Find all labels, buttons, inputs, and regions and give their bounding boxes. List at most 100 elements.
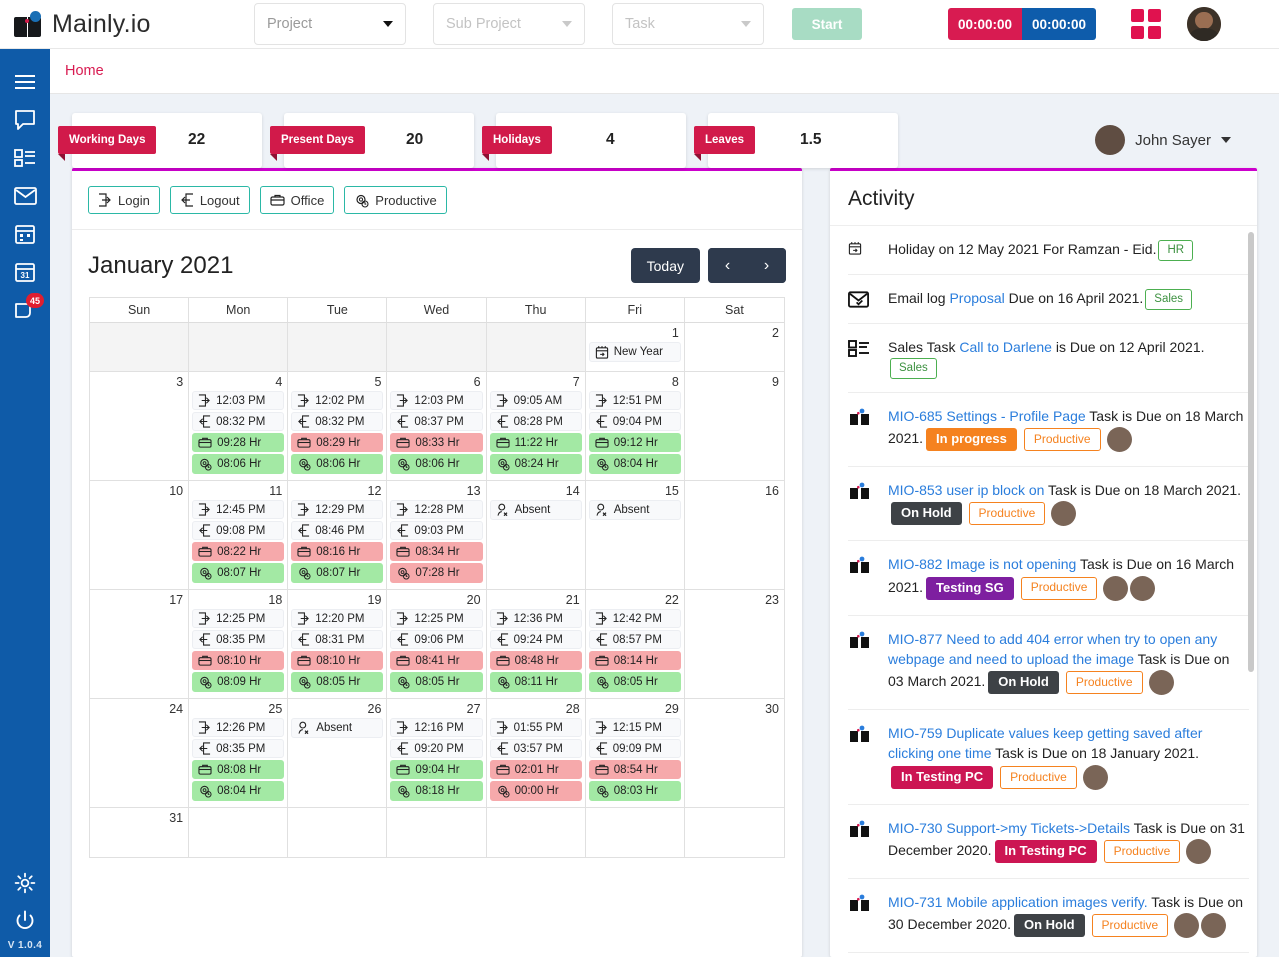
calendar-event[interactable]: 08:05 Hr (291, 672, 384, 692)
activity-item[interactable]: MIO-853 user ip block on Task is Due on … (848, 467, 1249, 542)
calendar-day-cell[interactable]: 1 New Year (585, 323, 685, 372)
calendar-day-cell[interactable]: 13 12:28 PM 09:03 PM 08:34 Hr 07:28 Hr (387, 481, 487, 590)
avatar[interactable] (1130, 575, 1156, 601)
calendar-event[interactable]: 08:09 Hr (192, 672, 285, 692)
calendar-event[interactable]: 09:28 Hr (192, 433, 285, 452)
calendar-event[interactable]: 08:33 Hr (390, 433, 483, 452)
calendar-event[interactable]: 02:01 Hr (489, 760, 582, 779)
calendar-day-cell[interactable] (189, 323, 289, 372)
calendar-day-cell[interactable]: 28 01:55 PM 03:57 PM 02:01 Hr 00:00 Hr (486, 699, 586, 808)
calendar-event[interactable]: 01:55 PM (489, 718, 582, 737)
calendar-day-cell[interactable] (288, 323, 388, 372)
calendar-event[interactable]: 08:32 PM (192, 412, 285, 431)
calendar-event[interactable]: 08:07 Hr (192, 563, 285, 583)
calendar-event[interactable]: 09:04 Hr (390, 760, 483, 779)
calendar-event[interactable]: 08:31 PM (291, 630, 384, 649)
calendar-day-cell[interactable]: 16 (684, 481, 784, 590)
activity-item[interactable]: MIO-730 Support->my Tickets->Details Tas… (848, 805, 1249, 880)
activity-link[interactable]: MIO-882 Image is not opening (888, 556, 1076, 572)
calendar-day-cell[interactable]: 26 Absent (288, 699, 388, 808)
calendar-day-cell[interactable]: 5 12:02 PM 08:32 PM 08:29 Hr 08:06 Hr (288, 372, 388, 481)
calendar-day-cell[interactable]: 21 12:36 PM 09:24 PM 08:48 Hr 08:11 Hr (486, 590, 586, 699)
calendar-event[interactable]: New Year (588, 342, 681, 362)
calendar-event[interactable]: 08:22 Hr (192, 542, 285, 561)
calendar-event[interactable]: 08:57 PM (588, 630, 681, 649)
calendar-event[interactable]: 12:26 PM (192, 718, 285, 737)
calendar-day-cell[interactable]: 30 (684, 699, 784, 808)
calendar-day-cell[interactable]: 18 12:25 PM 08:35 PM 08:10 Hr 08:09 Hr (189, 590, 289, 699)
calendar-event[interactable]: 12:02 PM (291, 391, 384, 410)
breadcrumb-home[interactable]: Home (65, 63, 104, 79)
calendar-event[interactable]: 08:24 Hr (489, 454, 582, 474)
calendar-day-cell[interactable]: 12 12:29 PM 08:46 PM 08:16 Hr 08:07 Hr (288, 481, 388, 590)
calendar-event[interactable]: 09:24 PM (489, 630, 582, 649)
calendar-event[interactable]: 08:03 Hr (588, 781, 681, 801)
calendar-event[interactable]: 11:22 Hr (489, 433, 582, 452)
calendar-event[interactable]: Absent (489, 500, 582, 520)
calendar-event[interactable]: 08:35 PM (192, 630, 285, 649)
calendar-day-cell[interactable] (585, 808, 685, 858)
calendar-event[interactable]: 03:57 PM (489, 739, 582, 758)
calendar-event[interactable]: 12:25 PM (390, 609, 483, 628)
calendar-event[interactable]: 08:06 Hr (390, 454, 483, 474)
activity-link[interactable]: MIO-731 Mobile application images verify… (888, 894, 1148, 910)
calendar-day-cell[interactable]: 25 12:26 PM 08:35 PM 08:08 Hr 08:04 Hr (189, 699, 289, 808)
sidebar-item-schedule[interactable]: 31 (0, 253, 50, 291)
activity-item[interactable]: Holiday on 12 May 2021 For Ramzan - Eid.… (848, 226, 1249, 275)
calendar-event[interactable]: 08:06 Hr (192, 454, 285, 474)
legend-productive-button[interactable]: Productive (344, 186, 447, 214)
activity-item[interactable]: MIO-685 Settings - Profile Page Task is … (848, 393, 1249, 467)
activity-link[interactable]: MIO-853 user ip block on (888, 482, 1044, 498)
calendar-event[interactable]: 08:16 Hr (291, 542, 384, 561)
project-select[interactable]: Project (254, 3, 406, 45)
calendar-day-cell[interactable] (387, 808, 487, 858)
calendar-day-cell[interactable] (684, 808, 784, 858)
calendar-event[interactable]: 00:00 Hr (489, 781, 582, 801)
calendar-event[interactable]: 08:28 PM (489, 412, 582, 431)
calendar-event[interactable]: 12:25 PM (192, 609, 285, 628)
calendar-event[interactable]: 12:36 PM (489, 609, 582, 628)
sidebar-item-tasks[interactable] (0, 139, 50, 177)
calendar-event[interactable]: 12:03 PM (192, 391, 285, 410)
user-menu[interactable]: John Sayer (1095, 125, 1257, 155)
calendar-event[interactable]: 12:51 PM (588, 391, 681, 410)
calendar-event[interactable]: 09:08 PM (192, 521, 285, 540)
calendar-event[interactable]: 08:48 Hr (489, 651, 582, 670)
avatar[interactable] (1051, 501, 1077, 527)
brand-logo[interactable]: Mainly.io (0, 10, 233, 39)
calendar-event[interactable]: 09:04 PM (588, 412, 681, 431)
calendar-event[interactable]: 08:29 Hr (291, 433, 384, 452)
prev-month-button[interactable]: ‹ (708, 248, 747, 283)
calendar-event[interactable]: 08:34 Hr (390, 542, 483, 561)
calendar-event[interactable]: 12:15 PM (588, 718, 681, 737)
calendar-event[interactable]: 08:54 Hr (588, 760, 681, 779)
sidebar-item-calendar[interactable] (0, 215, 50, 253)
calendar-event[interactable]: 08:04 Hr (588, 454, 681, 474)
sidebar-item-logout[interactable] (0, 902, 50, 940)
sidebar-item-mail[interactable] (0, 177, 50, 215)
calendar-event[interactable]: 08:10 Hr (192, 651, 285, 670)
calendar-day-cell[interactable]: 6 12:03 PM 08:37 PM 08:33 Hr 08:06 Hr (387, 372, 487, 481)
calendar-day-cell[interactable] (486, 808, 586, 858)
avatar[interactable] (1148, 670, 1174, 696)
calendar-day-cell[interactable]: 31 (90, 808, 190, 858)
calendar-day-cell[interactable]: 11 12:45 PM 09:08 PM 08:22 Hr 08:07 Hr (189, 481, 289, 590)
avatar[interactable] (1103, 575, 1129, 601)
calendar-day-cell[interactable]: 15 Absent (585, 481, 685, 590)
activity-item[interactable]: MIO-877 Need to add 404 error when try t… (848, 616, 1249, 711)
calendar-event[interactable]: 09:12 Hr (588, 433, 681, 452)
calendar-event[interactable]: 12:45 PM (192, 500, 285, 519)
calendar-event[interactable]: 08:37 PM (390, 412, 483, 431)
subproject-select[interactable]: Sub Project (433, 3, 585, 45)
next-month-button[interactable]: › (747, 248, 786, 283)
calendar-day-cell[interactable]: 22 12:42 PM 08:57 PM 08:14 Hr 08:05 Hr (585, 590, 685, 699)
calendar-day-cell[interactable]: 17 (90, 590, 190, 699)
calendar-day-cell[interactable] (288, 808, 388, 858)
avatar[interactable] (1082, 764, 1108, 790)
calendar-day-cell[interactable]: 10 (90, 481, 190, 590)
calendar-day-cell[interactable]: 23 (684, 590, 784, 699)
calendar-event[interactable]: 09:20 PM (390, 739, 483, 758)
sidebar-item-notes[interactable]: 45 (0, 291, 50, 329)
calendar-event[interactable]: 09:05 AM (489, 391, 582, 410)
calendar-event[interactable]: 08:08 Hr (192, 760, 285, 779)
